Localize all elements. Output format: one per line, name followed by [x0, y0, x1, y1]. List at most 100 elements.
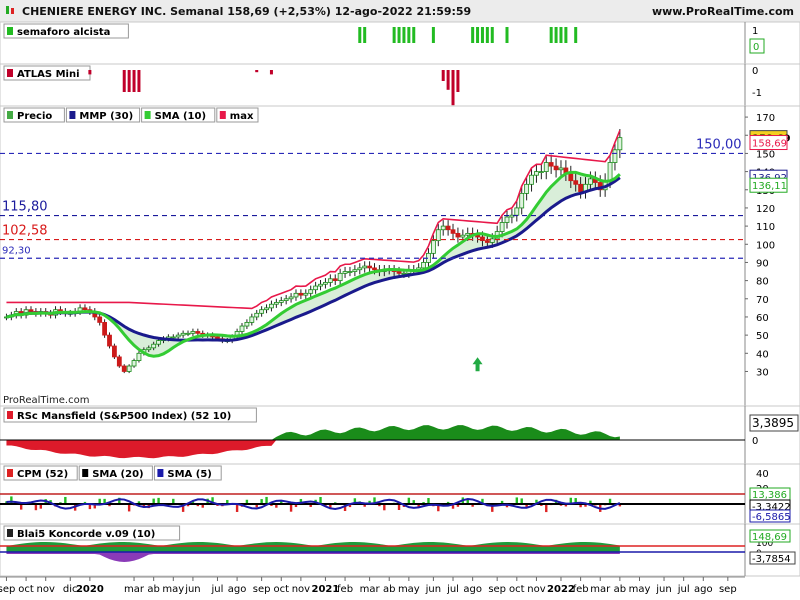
- cpm-legend-swatch-2: [157, 469, 164, 477]
- cpm-bar-53: [265, 496, 268, 504]
- semaforo-bar-5: [407, 27, 411, 43]
- price-candle-body-19: [97, 316, 103, 323]
- price-value-label-1: 158,69: [752, 139, 787, 150]
- cpm-legend-swatch-1: [82, 469, 89, 477]
- price-candle-body-57: [283, 298, 289, 302]
- x-tick-24: nov: [527, 584, 545, 595]
- x-tick-1: oct: [18, 584, 34, 595]
- price-candle-body-102: [504, 216, 510, 223]
- price-candle-body-106: [524, 183, 530, 194]
- price-candle-body-104: [514, 207, 520, 216]
- price-candle-body-67: [332, 278, 338, 282]
- price-candle-body-37: [185, 332, 191, 335]
- price-candle-body-51: [254, 312, 260, 318]
- x-tick-27: mar: [590, 584, 611, 595]
- x-tick-16: mar: [360, 584, 381, 595]
- watermark: ProRealTime.com: [3, 395, 89, 406]
- cpm-legend-label-0: CPM (52): [17, 469, 68, 480]
- price-candle-body-105: [519, 192, 525, 209]
- price-legend-swatch-2: [144, 111, 151, 119]
- price-tick-100: 100: [756, 240, 775, 251]
- cpm-bar-58: [289, 504, 293, 512]
- price-candle-body-25: [126, 365, 132, 372]
- semaforo-bar-15: [554, 27, 558, 43]
- atlas-tick-0: 0: [752, 66, 758, 77]
- price-candle-body-89: [440, 225, 446, 231]
- semaforo-bar-12: [490, 27, 494, 43]
- semaforo-bar-14: [549, 27, 553, 43]
- price-candle-body-115: [568, 173, 574, 182]
- x-tick-28: ab: [614, 584, 626, 595]
- x-tick-32: ago: [694, 584, 713, 595]
- semaforo-bar-0: [358, 27, 362, 43]
- atlas-bar-3: [137, 70, 141, 92]
- price-candle-body-16: [82, 307, 88, 311]
- x-tick-15: feb: [337, 584, 353, 595]
- x-tick-4: 2020: [76, 584, 104, 595]
- price-level-label-3: 92,30: [2, 245, 31, 256]
- price-candle-body-21: [107, 334, 112, 347]
- price-candle-body-94: [465, 232, 471, 236]
- price-candle-body-72: [357, 267, 363, 271]
- price-candle-body-24: [121, 365, 127, 372]
- semaforo-bar-17: [564, 27, 568, 43]
- price-tick-50: 50: [756, 331, 769, 342]
- price-candle-body-75: [372, 267, 377, 271]
- price-candle-body-50: [249, 316, 255, 323]
- x-tick-20: jul: [446, 584, 459, 595]
- semaforo-bar-11: [485, 27, 489, 43]
- semaforo-legend-swatch-0: [7, 27, 13, 35]
- price-candle-body-65: [323, 282, 328, 285]
- price-candle-body-39: [195, 331, 201, 334]
- semaforo-bar-3: [397, 27, 401, 43]
- atlas-tick-minus1: -1: [752, 88, 762, 99]
- panel-frame-1: [0, 63, 800, 107]
- x-tick-13: nov: [292, 584, 310, 595]
- price-candle-body-55: [273, 302, 279, 305]
- price-candle-body-117: [578, 183, 584, 192]
- price-tick-80: 80: [756, 277, 769, 288]
- x-tick-12: oct: [273, 584, 289, 595]
- price-legend-swatch-0: [7, 111, 13, 119]
- atlas-legend-label-0: ATLAS Mini: [17, 69, 80, 80]
- atlas-bar-7: [441, 70, 445, 81]
- x-tick-23: oct: [509, 584, 525, 595]
- atlas-bar-0: [122, 70, 126, 92]
- atlas-bar-1: [127, 70, 131, 92]
- price-candle-body-61: [303, 292, 309, 296]
- semaforo-legend-label-0: semaforo alcista: [17, 27, 110, 38]
- price-candle-body-31: [156, 340, 161, 345]
- price-candle-body-91: [450, 229, 456, 234]
- x-tick-14: 2021: [312, 584, 340, 595]
- price-candle-body-69: [342, 271, 348, 274]
- x-tick-33: sep: [719, 584, 737, 595]
- price-candle-body-53: [264, 307, 269, 311]
- price-candle-body-36: [180, 332, 186, 336]
- price-candle-body-64: [318, 283, 323, 287]
- price-legend-label-1: MMP (30): [79, 111, 133, 122]
- cpm-legend-label-2: SMA (5): [167, 469, 211, 480]
- semaforo-bar-10: [480, 27, 484, 43]
- price-candle-body-108: [534, 171, 539, 176]
- cpm-tick-0: 40: [756, 469, 769, 480]
- price-candle-body-29: [146, 347, 152, 351]
- semaforo-bar-16: [559, 27, 563, 43]
- atlas-bar-6: [269, 70, 273, 75]
- price-candle-body-124: [612, 149, 618, 163]
- price-candle-body-87: [430, 240, 436, 254]
- price-candle-body-27: [136, 352, 142, 361]
- x-tick-7: may: [162, 584, 184, 595]
- price-candle-body-35: [175, 334, 181, 338]
- chart-canvas: semaforo alcista 1 0 ATLAS Mini 0 -1 Precio MMP…: [0, 21, 800, 595]
- price-legend-label-2: SMA (10): [155, 111, 206, 122]
- semaforo-bar-18: [574, 27, 578, 43]
- cpm-bar-12: [64, 496, 67, 504]
- x-tick-19: jun: [425, 584, 441, 595]
- price-tick-110: 110: [756, 222, 775, 233]
- price-candle-body-90: [445, 225, 451, 231]
- x-tick-26: feb: [573, 584, 589, 595]
- price-tick-30: 30: [756, 367, 769, 378]
- atlas-bar-2: [132, 70, 136, 92]
- cpm-bar-110: [545, 504, 548, 513]
- price-tick-40: 40: [756, 349, 769, 360]
